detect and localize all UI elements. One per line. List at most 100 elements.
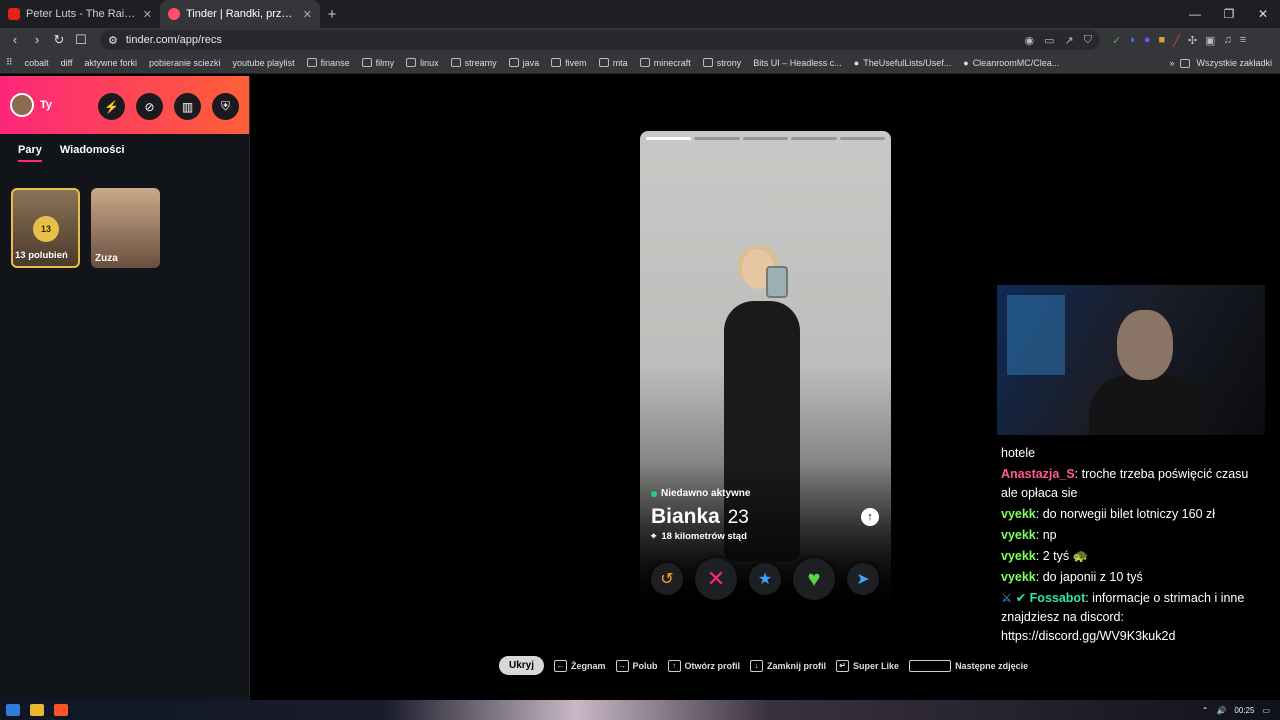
webcam-person-body: [1089, 375, 1209, 435]
sword-icon: ⚔: [1001, 591, 1013, 605]
likes-card[interactable]: 13 13 polubień: [11, 188, 80, 268]
sidebar-tabs: Pary Wiadomości: [0, 134, 249, 162]
bookmark-sciezki[interactable]: pobieranie sciezki: [149, 58, 221, 68]
super-like-button[interactable]: ★: [749, 563, 781, 595]
folder-icon: [639, 58, 650, 67]
avatar[interactable]: [10, 93, 34, 117]
extension-icon[interactable]: ●: [1144, 34, 1151, 47]
hint-close: ↓ Zamknij profil: [750, 659, 826, 672]
site-info-icon[interactable]: ⚙: [108, 34, 118, 47]
clock[interactable]: 00:25: [1234, 706, 1254, 715]
bookmark-cleanroom[interactable]: ● CleanroomMC/Clea...: [963, 58, 1059, 68]
webcam-person-face: [1117, 310, 1173, 380]
bookmark-label: Wszystkie zakładki: [1196, 58, 1272, 68]
webcam-window: [1007, 295, 1065, 375]
tab-messages[interactable]: Wiadomości: [60, 144, 125, 162]
check-extension-icon[interactable]: ✓: [1112, 34, 1121, 47]
all-bookmarks[interactable]: » Wszystkie zakładki: [1169, 52, 1272, 74]
user-name[interactable]: Ty: [40, 99, 52, 111]
extension-icon[interactable]: ◗: [1129, 34, 1136, 47]
cast-icon[interactable]: ▭: [1044, 34, 1054, 47]
stream-webcam: [997, 285, 1265, 435]
folder-minecraft[interactable]: minecraft: [639, 58, 691, 68]
share-icon[interactable]: ↗: [1065, 34, 1074, 47]
chevron-right-icon[interactable]: »: [1169, 58, 1174, 68]
boost-icon[interactable]: ⚡: [98, 93, 125, 120]
status-text: Niedawno aktywne: [661, 488, 751, 499]
bookmark-playlist[interactable]: youtube playlist: [233, 58, 295, 68]
bookmark-diff[interactable]: diff: [61, 58, 73, 68]
open-profile-button[interactable]: ↑: [861, 508, 879, 526]
bookmark-cobalt[interactable]: cobalt: [25, 58, 49, 68]
reload-button[interactable]: ↻: [50, 31, 68, 49]
match-card[interactable]: Zuza: [91, 188, 160, 268]
folder-strony[interactable]: strony: [702, 58, 741, 68]
restore-button[interactable]: ❐: [1212, 0, 1246, 28]
bookmark-icon[interactable]: ☐: [72, 31, 90, 49]
bookmark-bits-ui[interactable]: Bits UI – Headless c...: [753, 58, 842, 68]
folder-streamy[interactable]: streamy: [450, 58, 497, 68]
file-explorer-icon[interactable]: [30, 704, 44, 716]
hint-open: ↑ Otwórz profil: [667, 659, 740, 672]
puzzle-icon[interactable]: ✣: [1188, 34, 1197, 47]
minimize-button[interactable]: —: [1178, 0, 1212, 28]
hint-label: Następne zdjęcie: [955, 660, 1029, 671]
folder-icon: [450, 58, 461, 67]
folder-fivem[interactable]: fivem: [551, 58, 587, 68]
github-icon: ●: [853, 57, 860, 68]
tab-youtube[interactable]: Peter Luts - The Rain (Oski & Cita ✕: [0, 0, 160, 28]
close-window-button[interactable]: ✕: [1246, 0, 1280, 28]
nope-button[interactable]: ✕: [695, 558, 737, 600]
profile-card[interactable]: Niedawno aktywne Bianka 23 ⌖ 18 kilometr…: [640, 131, 891, 603]
tab-title: Peter Luts - The Rain (Oski & Cita: [26, 8, 137, 20]
hide-hints-button[interactable]: Ukryj: [499, 656, 545, 675]
rewind-button[interactable]: ↺: [651, 563, 683, 595]
tab-tinder[interactable]: Tinder | Randki, przyjaźni, nowe znajomo…: [160, 0, 320, 28]
like-button[interactable]: ♥: [793, 558, 835, 600]
extension-icon[interactable]: ■: [1159, 34, 1166, 47]
address-bar[interactable]: ⚙ tinder.com/app/recs ◉ ▭ ↗ ⛉: [100, 30, 1100, 50]
notifications-icon[interactable]: ▭: [1262, 706, 1270, 715]
playlist-icon[interactable]: ♫: [1223, 34, 1231, 47]
chat-message: ⚔ ✔ Fossabot: informacje o strimach i in…: [1001, 589, 1263, 646]
shield-icon[interactable]: ⛨: [212, 93, 239, 120]
folder-linux[interactable]: linux: [406, 58, 439, 68]
menu-icon[interactable]: ≡: [1240, 34, 1246, 47]
browser-tab-bar: Peter Luts - The Rain (Oski & Cita ✕ Tin…: [0, 0, 1280, 28]
briefcase-icon[interactable]: ▥: [174, 93, 201, 120]
explore-icon[interactable]: ⊘: [136, 93, 163, 120]
folder-finanse[interactable]: finanse: [306, 58, 350, 68]
sidebar-icon[interactable]: ▣: [1205, 34, 1215, 47]
extension-icon[interactable]: ╱: [1173, 34, 1180, 47]
close-icon[interactable]: ✕: [143, 8, 152, 21]
bookmark-label: java: [522, 57, 540, 68]
bookmark-forks[interactable]: aktywne forki: [84, 58, 137, 68]
folder-mta[interactable]: mta: [598, 58, 628, 68]
photo-indicator: [839, 137, 886, 140]
boost-send-button[interactable]: ➤: [847, 563, 879, 595]
location-icon[interactable]: ◉: [1025, 34, 1035, 47]
windows-start-icon[interactable]: [6, 704, 20, 716]
new-tab-button[interactable]: +: [320, 6, 344, 23]
bookmarks-bar: ⠿ cobalt diff aktywne forki pobieranie s…: [0, 52, 1280, 74]
brave-shield-icon[interactable]: ⛉: [1084, 34, 1092, 47]
matches-list: 13 13 polubień Zuza: [0, 162, 249, 268]
folder-icon: [702, 58, 713, 67]
close-icon[interactable]: ✕: [303, 8, 312, 21]
likes-label: 13 polubień: [15, 250, 68, 261]
extensions-bar: ✓ ◗ ● ■ ╱ ✣ ▣ ♫ ≡: [1112, 34, 1246, 47]
volume-icon[interactable]: 🔊: [1216, 706, 1226, 715]
bookmark-usefullists[interactable]: ● TheUsefulLists/Usef...: [854, 58, 951, 68]
back-button[interactable]: ‹: [6, 31, 24, 49]
forward-button[interactable]: ›: [28, 31, 46, 49]
apps-icon[interactable]: ⠿: [6, 57, 13, 68]
tab-matches[interactable]: Pary: [18, 144, 42, 162]
profile-name: Bianka 23: [651, 505, 749, 529]
bookmark-label: pobieranie sciezki: [149, 57, 221, 68]
brave-browser-icon[interactable]: [54, 704, 68, 716]
folder-filmy[interactable]: filmy: [361, 58, 394, 68]
arrow-left-icon: ←: [554, 659, 568, 672]
folder-java[interactable]: java: [508, 57, 540, 68]
hint-label: Żegnam: [571, 660, 606, 671]
chevron-up-icon[interactable]: ⌃: [1202, 706, 1209, 715]
